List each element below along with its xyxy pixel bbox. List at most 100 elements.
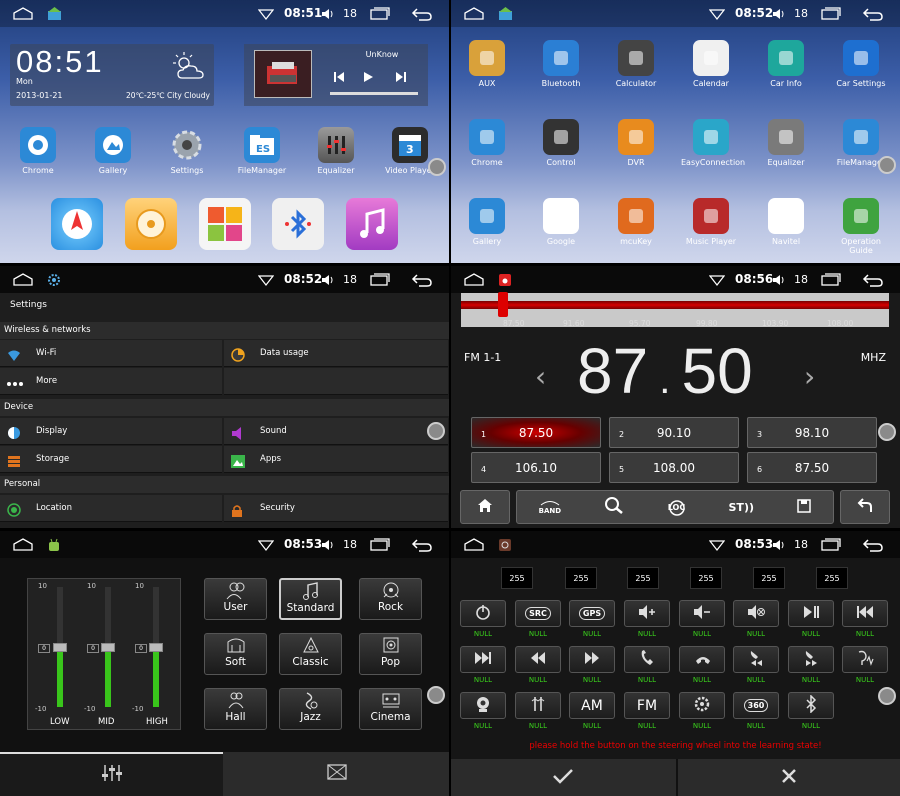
clock-weather-widget[interactable]: 08:51 Mon 2013-01-21 20℃-25℃ City Cloudy [10,44,214,106]
hang-up-key-button[interactable] [679,646,725,673]
eq-slider-knob[interactable] [101,643,115,652]
settings-item-security[interactable]: Security [224,495,448,522]
radio-icon[interactable] [125,198,177,250]
seek-down-icon[interactable]: ‹ [535,360,546,393]
play-pause-key-button[interactable] [788,600,834,627]
app-filemanager[interactable]: ES FileManager [232,127,292,175]
back-icon[interactable] [410,271,434,288]
home-outline-icon[interactable] [12,536,34,553]
app-calculator[interactable]: Calculator [606,40,666,88]
floating-assist-button[interactable] [878,156,896,174]
loc-button[interactable]: LOC [668,499,685,516]
settings-item-more[interactable]: More [0,368,222,395]
band-button[interactable]: BAND [539,500,561,515]
music-widget[interactable]: UnKnow [244,44,428,106]
cancel-button[interactable] [676,759,900,796]
app-chrome[interactable]: Chrome [457,119,517,167]
floating-assist-button[interactable] [427,422,445,440]
back-icon[interactable] [861,536,885,553]
app-calendar[interactable]: Calendar [681,40,741,88]
app-operation-guide[interactable]: Operation Guide [831,198,891,255]
call-key-button[interactable] [624,646,670,673]
tab-equalizer[interactable] [0,752,223,796]
app-bluetooth[interactable]: Bluetooth [531,40,591,88]
eq-preset-cinema[interactable]: Cinema [359,688,422,730]
volume-up-key-button[interactable] [624,600,670,627]
eq-preset-rock[interactable]: Rock [359,578,422,620]
settings-item-location[interactable]: Location [0,495,222,522]
radio-back-button[interactable] [840,490,890,524]
bluetooth-icon[interactable] [272,198,324,250]
settings-item-storage[interactable]: Storage [0,446,222,473]
app-equalizer[interactable]: Equalizer [756,119,816,167]
preset-5[interactable]: 5 108.00 [609,452,739,483]
recent-apps-icon[interactable] [820,271,842,288]
radio-antenna-key-button[interactable] [515,692,561,719]
eq-preset-standard[interactable]: Standard [279,578,342,620]
eq-slider-high[interactable] [149,587,163,707]
back-icon[interactable] [410,536,434,553]
music-progress-bar[interactable] [330,92,418,95]
apps-grid-icon[interactable] [199,198,251,250]
app-google[interactable]: Google [531,198,591,246]
settings-item-wifi[interactable]: Wi-Fi [0,340,222,367]
app-gallery[interactable]: Gallery [457,198,517,246]
previous-track-key-button[interactable] [842,600,888,627]
tab-sound-field[interactable] [225,752,449,796]
seek-up-icon[interactable]: › [804,360,815,393]
preset-1[interactable]: 1 87.50 [471,417,601,448]
app-gallery[interactable]: Gallery [83,127,143,175]
eq-preset-hall[interactable]: Hall [204,688,267,730]
save-icon[interactable] [797,498,812,517]
next-track-icon[interactable] [394,70,408,84]
gps-button-key-button[interactable]: GPS [569,600,615,627]
music-icon[interactable] [346,198,398,250]
preset-2[interactable]: 2 90.10 [609,417,739,448]
camera-key-button[interactable] [460,692,506,719]
eq-preset-pop[interactable]: Pop [359,633,422,675]
app-control[interactable]: Control [531,119,591,167]
frequency-scale[interactable] [461,293,889,327]
play-icon[interactable] [361,70,375,84]
app-music-player[interactable]: Music Player [681,198,741,246]
eq-slider-mid[interactable] [101,587,115,707]
stereo-button[interactable]: ST)) [729,501,755,514]
back-icon[interactable] [861,271,885,288]
app-aux[interactable]: AUX [457,40,517,88]
settings-item-sound[interactable]: Sound [224,418,448,445]
app-navitel[interactable]: Navitel [756,198,816,246]
settings-item-apps[interactable]: Apps [224,446,448,473]
power-key-button[interactable] [460,600,506,627]
eq-slider-knob[interactable] [53,643,67,652]
am-button-key-button[interactable]: AM [569,692,615,719]
radio-home-button[interactable] [460,490,510,524]
app-settings[interactable]: Settings [157,127,217,175]
app-car-settings[interactable]: Car Settings [831,40,891,88]
back-icon[interactable] [410,5,434,22]
mute-key-button[interactable] [733,600,779,627]
bluetooth-key-button[interactable] [788,692,834,719]
fast-forward-key-button[interactable] [569,646,615,673]
eq-preset-classic[interactable]: Classic [279,633,342,675]
confirm-button[interactable] [451,759,674,796]
home-outline-icon[interactable] [463,536,485,553]
app-equalizer[interactable]: Equalizer [306,127,366,175]
floating-assist-button[interactable] [428,158,446,176]
next-track-key-button[interactable] [460,646,506,673]
eq-preset-soft[interactable]: Soft [204,633,267,675]
search-scan-icon[interactable] [604,496,624,518]
recent-apps-icon[interactable] [820,536,842,553]
app-car-info[interactable]: Car Info [756,40,816,88]
app-easyconnection[interactable]: EasyConnection [681,119,745,167]
fm-button-key-button[interactable]: FM [624,692,670,719]
recent-apps-icon[interactable] [369,271,391,288]
app-dvr[interactable]: DVR [606,119,666,167]
home-outline-icon[interactable] [463,5,485,22]
eq-preset-jazz[interactable]: Jazz [279,688,342,730]
back-icon[interactable] [861,5,885,22]
preset-4[interactable]: 4 106.10 [471,452,601,483]
preset-6[interactable]: 6 87.50 [747,452,877,483]
rewind-key-button[interactable] [515,646,561,673]
previous-track-icon[interactable] [332,70,346,84]
call-next-key-button[interactable] [788,646,834,673]
